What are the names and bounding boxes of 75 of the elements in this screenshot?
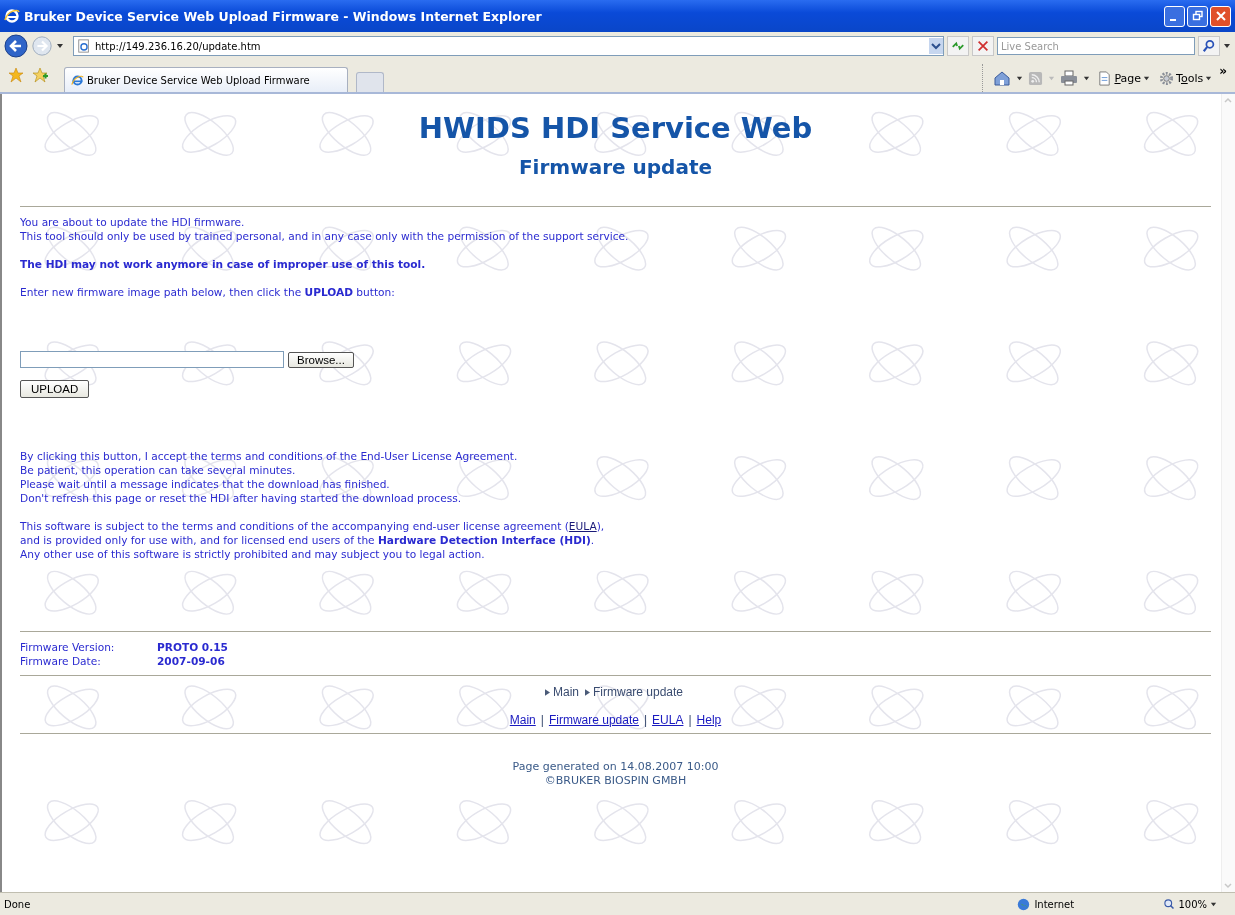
minimize-icon	[1170, 19, 1176, 21]
search-options-icon[interactable]	[1223, 42, 1231, 50]
note-text: Be patient, this operation can take several minutes.	[20, 463, 297, 477]
dropdown-icon	[1205, 74, 1213, 82]
note-text: Please wait until a message indicates that the download has finished.	[20, 477, 391, 491]
triangle-bullet-icon	[544, 688, 550, 696]
status-text: Done	[4, 898, 32, 910]
globe-icon	[1017, 897, 1031, 911]
instruction-text: Enter new firmware image path below, then click the UPLOAD button:	[20, 285, 396, 299]
window-title: Bruker Device Service Web Upload Firmware - Windows Internet Explorer	[24, 8, 543, 24]
printer-icon[interactable]	[1060, 70, 1079, 86]
add-favorite-icon[interactable]	[32, 67, 48, 83]
search-icon	[1202, 39, 1216, 53]
link-separator: |	[643, 713, 648, 727]
upload-button[interactable]: UPLOAD	[20, 380, 90, 398]
address-dropdown-icon[interactable]	[929, 38, 943, 54]
file-path-field[interactable]	[20, 351, 284, 368]
intro-text: You are about to update the HDI firmware.	[20, 215, 246, 229]
favorites-star-icon[interactable]	[8, 67, 24, 83]
gear-icon	[1159, 70, 1175, 86]
stop-button[interactable]	[972, 36, 994, 56]
nav-link[interactable]: Main	[509, 713, 536, 727]
search-field[interactable]: Live Search	[997, 37, 1195, 55]
zoom-button[interactable]: 100%	[1157, 897, 1223, 911]
refresh-button[interactable]	[947, 36, 969, 56]
dropdown-icon	[1210, 900, 1217, 908]
home-icon[interactable]	[993, 70, 1012, 86]
search-button[interactable]	[1198, 36, 1220, 56]
info-value: 2007-09-06	[157, 654, 225, 668]
security-zone-text: Internet	[1034, 898, 1075, 910]
browser-tab[interactable]: Bruker Device Service Web Upload Firmware	[64, 67, 348, 92]
more-commands-chevron[interactable]: »	[1219, 64, 1227, 78]
page-menu-button[interactable]: Page	[1095, 70, 1153, 86]
footer-text: ©BRUKER BIOSPIN GMBH	[543, 774, 688, 788]
triangle-bullet-icon	[585, 688, 590, 696]
minimize-button[interactable]	[1164, 5, 1185, 27]
tools-menu-button[interactable]: Tools	[1157, 70, 1215, 86]
address-field[interactable]: http://149.236.16.20/update.htm	[73, 36, 944, 56]
restore-button[interactable]	[1187, 5, 1208, 27]
page-icon	[77, 39, 91, 53]
intro-text: This tool should only be used by trained personal, and in any case only with the permission of the support service.	[20, 229, 630, 243]
license-text: Any other use of this software is strictly prohibited and may subject you to legal action.	[20, 547, 486, 561]
warning-text: The HDI may not work anymore in case of improper use of this tool.	[20, 257, 427, 271]
nav-link[interactable]: EULA	[652, 713, 684, 727]
breadcrumb-link[interactable]: Main	[552, 685, 579, 699]
link-separator: |	[540, 713, 544, 727]
dropdown-icon	[1143, 74, 1151, 82]
license-text: and is provided only for use with, and for licensed end users of the Hardware Detection Interface (HDI).	[20, 533, 596, 547]
note-text: By clicking this button, I accept the terms and conditions of the End-User License Agreement.	[20, 449, 519, 463]
info-label: Firmware Version:	[20, 640, 116, 654]
info-label: Firmware Date:	[20, 654, 102, 668]
stop-icon	[976, 39, 990, 53]
browse-button[interactable]: Browse...	[288, 351, 354, 368]
nav-link[interactable]: Firmware update	[548, 713, 639, 727]
eula-link[interactable]: EULA	[568, 520, 597, 532]
back-button[interactable]	[4, 34, 28, 58]
note-text: Don't refresh this page or reset the HDI after having started the download process.	[20, 491, 463, 505]
close-icon	[1214, 10, 1227, 22]
browser-logo-icon	[4, 8, 20, 24]
page-title: HWIDS HDI Service Web	[417, 110, 814, 147]
dropdown-icon[interactable]	[1083, 74, 1091, 82]
info-value: PROTO 0.15	[157, 640, 228, 654]
page-subtitle: Firmware update	[517, 154, 714, 181]
document-icon	[1097, 70, 1113, 86]
breadcrumb-link[interactable]: Firmware update	[593, 685, 684, 699]
history-dropdown-icon[interactable]	[56, 42, 64, 50]
link-separator: |	[688, 713, 692, 727]
browser-logo-icon	[71, 73, 84, 87]
close-button[interactable]	[1210, 5, 1231, 27]
footer-text: Page generated on 14.08.2007 10:00	[511, 760, 720, 774]
magnifier-icon	[1163, 898, 1176, 910]
dropdown-icon[interactable]	[1016, 74, 1024, 82]
license-text: This software is subject to the terms and conditions of the accompanying end-user license agreement (EULA),	[20, 519, 606, 533]
restore-icon	[1191, 10, 1204, 22]
nav-link[interactable]: Help	[696, 713, 722, 727]
